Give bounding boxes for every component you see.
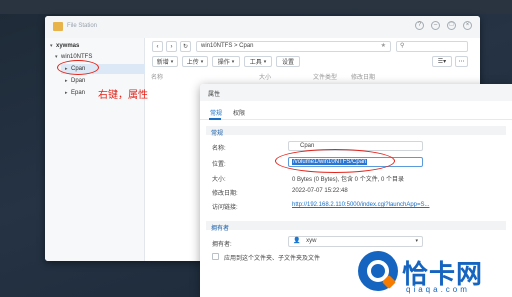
modified-label: 修改日期: (212, 191, 238, 197)
more-button[interactable]: ⋯ (455, 56, 468, 67)
apply-recursive-checkbox[interactable] (212, 253, 219, 260)
annotation-ellipse-location (275, 149, 395, 173)
tree-item-label: Dpan (71, 78, 86, 84)
chevron-left-icon: ‹ (156, 43, 159, 50)
apply-recursive-label: 应用到这个文件夹、子文件夹及文件 (224, 256, 321, 262)
name-value: Cpan (300, 143, 315, 149)
tab-general[interactable]: 常规 (210, 108, 222, 117)
search-input[interactable]: ⚲ (396, 41, 468, 52)
tab-permissions[interactable]: 权限 (233, 108, 245, 117)
action-button[interactable]: 操作 ▾ (212, 56, 240, 67)
star-icon[interactable]: ★ (381, 42, 386, 51)
window-controls: ? – □ × (415, 21, 472, 30)
tree-host[interactable]: ▾ xywmas (50, 41, 79, 51)
section-general: 常规 (206, 126, 506, 137)
tools-button-label: 工具 (249, 60, 262, 66)
view-list-button[interactable]: ☰▾ (432, 56, 452, 67)
tree-item-label: Epan (71, 90, 86, 96)
column-header-name[interactable]: 名称 (151, 72, 163, 81)
file-toolbar: ‹ › ↻ win10NTFS > Cpan ★ ⚲ 新增 ▾ 上传 ▾ 操作 ▾ 工… (146, 38, 480, 76)
modified-value: 2022-07-07 15:22:48 (292, 188, 348, 194)
chevron-right-icon: › (170, 43, 173, 50)
dialog-titlebar[interactable]: 属性 (200, 84, 512, 101)
access-link[interactable]: http://192.168.2.110:5000/index.cgi?laun… (292, 202, 430, 208)
column-header-type[interactable]: 文件类型 (313, 72, 337, 81)
caret-down-icon: ▾ (200, 58, 204, 65)
refresh-icon: ↻ (182, 44, 189, 50)
column-header-size[interactable]: 大小 (259, 72, 271, 81)
section-owner-title: 拥有者 (211, 225, 230, 232)
chevron-down-icon: ▾ (415, 238, 418, 244)
back-button[interactable]: ‹ (152, 41, 163, 52)
window-title: File Station (67, 23, 98, 29)
access-link-label: 访问链接: (212, 205, 238, 211)
forward-button[interactable]: › (166, 41, 177, 52)
caret-down-icon: ▾ (231, 58, 235, 65)
column-header-modified[interactable]: 修改日期 (351, 72, 375, 81)
tree-item-epan[interactable]: ▸ Epan (65, 88, 85, 98)
list-view-icon: ☰▾ (437, 59, 447, 65)
action-button-label: 操作 (217, 60, 230, 66)
folder-icon (53, 22, 63, 31)
annotation-ellipse-cpan (57, 60, 99, 75)
help-icon[interactable]: ? (415, 21, 424, 30)
section-general-title: 常规 (211, 130, 224, 137)
owner-select[interactable]: 👤 xyw ▾ (288, 236, 423, 247)
watermark-logo (358, 251, 398, 291)
settings-button-label: 设置 (281, 60, 294, 66)
host-label: xywmas (56, 43, 80, 49)
desktop-taskbar (0, 0, 512, 14)
more-icon: ⋯ (458, 59, 465, 65)
tree-item-dpan[interactable]: ▸ Dpan (65, 76, 85, 86)
caret-down-icon: ▾ (170, 58, 174, 65)
maximize-icon[interactable]: □ (447, 21, 456, 30)
location-label: 位置: (212, 162, 226, 168)
minimize-icon[interactable]: – (431, 21, 440, 30)
size-label: 大小: (212, 177, 226, 183)
tools-button[interactable]: 工具 ▾ (244, 56, 272, 67)
size-value: 0 Bytes (0 Bytes), 包含 0 个文件, 0 个目录 (292, 177, 405, 183)
close-icon[interactable]: × (463, 21, 472, 30)
settings-button[interactable]: 设置 (276, 56, 300, 67)
caret-down-icon: ▾ (263, 58, 267, 65)
dialog-tabs: 常规 权限 (200, 101, 512, 120)
owner-label: 拥有者: (212, 242, 232, 248)
active-tab-indicator (209, 118, 221, 120)
owner-value: xyw (306, 238, 317, 244)
user-icon: 👤 (293, 238, 301, 244)
refresh-button[interactable]: ↻ (180, 41, 191, 52)
window-titlebar[interactable]: File Station ? – □ × (45, 16, 480, 38)
upload-button[interactable]: 上传 ▾ (182, 56, 208, 67)
watermark-url: qiaqa.com (406, 285, 470, 294)
annotation-text: 右键，属性 (98, 90, 148, 101)
dialog-title: 属性 (208, 92, 221, 98)
name-label: 名称: (212, 146, 226, 152)
create-button[interactable]: 新增 ▾ (152, 56, 178, 67)
path-text: win10NTFS > Cpan (201, 43, 254, 49)
create-button-label: 新增 (156, 60, 169, 66)
section-owner: 拥有者 (206, 221, 506, 232)
upload-button-label: 上传 (186, 60, 199, 66)
path-bar[interactable]: win10NTFS > Cpan ★ (196, 41, 391, 52)
search-icon: ⚲ (400, 43, 405, 49)
